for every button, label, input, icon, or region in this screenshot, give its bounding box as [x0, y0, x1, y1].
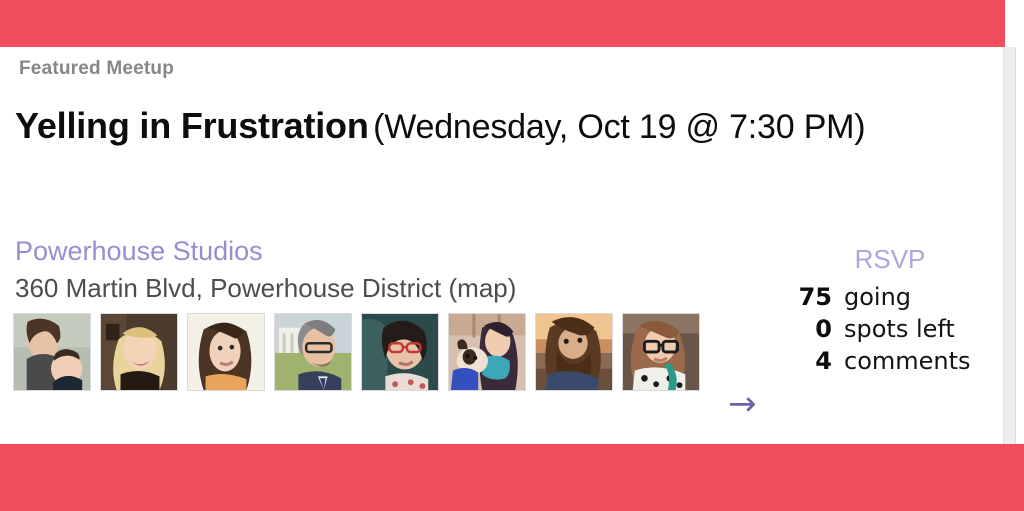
avatar[interactable] — [187, 313, 265, 391]
scrollbar-gutter — [1016, 47, 1024, 444]
top-accent-bar — [0, 0, 1005, 47]
attendee-avatar-row — [13, 313, 700, 391]
vertical-scrollbar[interactable] — [1003, 47, 1016, 444]
arrow-right-icon[interactable]: → — [728, 387, 757, 421]
avatar[interactable] — [361, 313, 439, 391]
card-content: Featured Meetup Yelling in Frustration (… — [0, 47, 1003, 444]
rsvp-going-row: 75 going — [790, 283, 980, 311]
avatar[interactable] — [100, 313, 178, 391]
avatar[interactable] — [535, 313, 613, 391]
venue-link[interactable]: Powerhouse Studios — [15, 236, 263, 267]
meetup-datetime: (Wednesday, Oct 19 @ 7:30 PM) — [373, 108, 866, 146]
rsvp-title[interactable]: RSVP — [790, 244, 980, 275]
rsvp-going-label: going — [844, 283, 912, 311]
meetup-title: Yelling in Frustration — [15, 105, 369, 146]
rsvp-comments-row[interactable]: 4 comments — [790, 347, 980, 375]
rsvp-comments-count: 4 — [815, 347, 832, 375]
rsvp-spots-row: 0 spots left — [790, 315, 980, 343]
rsvp-spots-count: 0 — [815, 315, 832, 343]
rsvp-going-count: 75 — [798, 283, 832, 311]
rsvp-comments-label: comments — [844, 347, 971, 375]
avatar[interactable] — [622, 313, 700, 391]
featured-label: Featured Meetup — [19, 58, 175, 79]
bottom-accent-bar — [0, 444, 1024, 511]
avatar[interactable] — [448, 313, 526, 391]
avatar[interactable] — [13, 313, 91, 391]
featured-meetup-card: Featured Meetup Yelling in Frustration (… — [0, 0, 1024, 511]
avatar[interactable] — [274, 313, 352, 391]
page-title: Yelling in Frustration (Wednesday, Oct 1… — [15, 105, 866, 147]
rsvp-panel: RSVP 75 going 0 spots left 4 comments — [790, 244, 980, 379]
venue-address[interactable]: 360 Martin Blvd, Powerhouse District (ma… — [15, 273, 516, 304]
rsvp-spots-label: spots left — [844, 315, 955, 343]
